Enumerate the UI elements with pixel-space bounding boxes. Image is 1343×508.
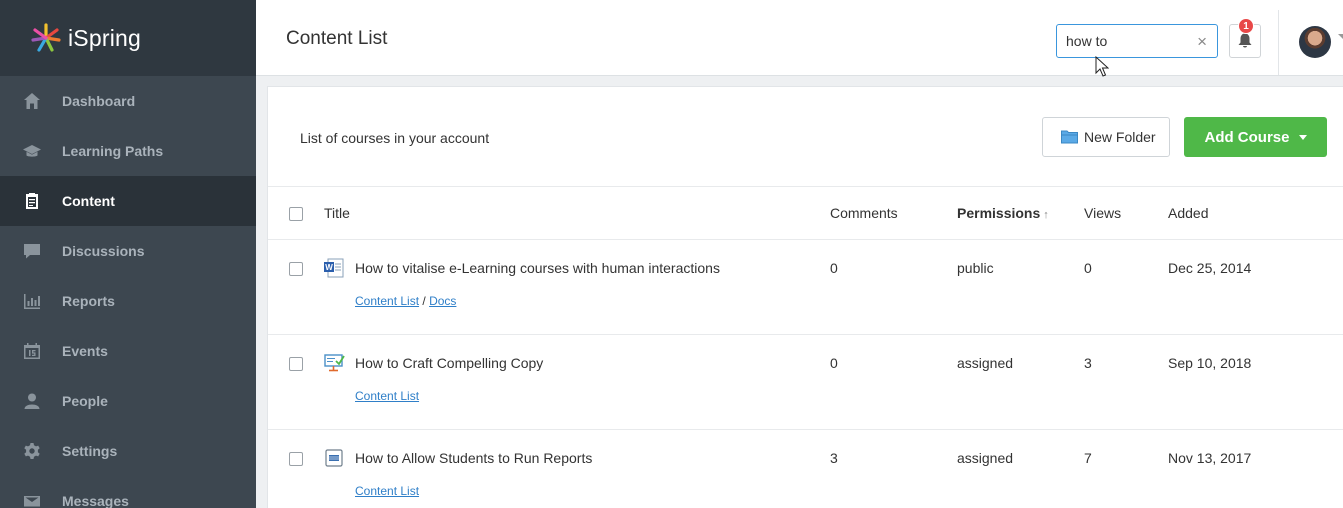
person-icon [22, 391, 42, 411]
calendar-icon [22, 341, 42, 361]
sidebar-item-messages[interactable]: Messages [0, 476, 256, 508]
breadcrumb-link[interactable]: Content List [355, 389, 419, 403]
add-course-label: Add Course [1204, 128, 1290, 146]
row-permissions: assigned [957, 450, 1014, 466]
column-header-added[interactable]: Added [1168, 205, 1208, 221]
home-icon [22, 91, 42, 111]
row-comments: 0 [830, 355, 838, 371]
row-checkbox[interactable] [289, 357, 303, 371]
folder-icon [1061, 130, 1084, 144]
logo-bar[interactable]: iSpring [0, 0, 256, 76]
clipboard-icon [22, 191, 42, 211]
sidebar-item-reports[interactable]: Reports [0, 276, 256, 326]
bell-icon [1238, 33, 1252, 49]
content-panel: List of courses in your account New Fold… [267, 86, 1343, 508]
sidebar-item-label: Reports [62, 293, 115, 309]
panel-toolbar: List of courses in your account New Fold… [268, 87, 1343, 187]
gear-icon [22, 441, 42, 461]
sidebar-item-content[interactable]: Content [0, 176, 256, 226]
breadcrumb-link[interactable]: Content List [355, 294, 419, 308]
row-comments: 3 [830, 450, 838, 466]
sidebar-item-label: Events [62, 343, 108, 359]
panel-description: List of courses in your account [300, 130, 490, 146]
envelope-icon [22, 491, 42, 508]
table-row[interactable]: How to Allow Students to Run Reports Con… [268, 430, 1343, 508]
row-permissions: assigned [957, 355, 1014, 371]
sidebar-item-label: Messages [62, 493, 129, 508]
svg-text:W: W [325, 263, 333, 272]
row-title-link[interactable]: How to Craft Compelling Copy [355, 355, 543, 371]
graduation-cap-icon [22, 141, 42, 161]
sort-arrow-icon: ↑ [1043, 209, 1049, 221]
page-title: Content List [286, 28, 388, 49]
table-row[interactable]: How to Craft Compelling Copy Content Lis… [268, 335, 1343, 430]
mouse-cursor-icon [1095, 56, 1109, 77]
video-file-icon [323, 447, 345, 469]
column-header-comments[interactable]: Comments [830, 205, 898, 221]
sidebar-item-learning-paths[interactable]: Learning Paths [0, 126, 256, 176]
sidebar-item-dashboard[interactable]: Dashboard [0, 76, 256, 126]
sidebar: iSpring Dashboard Learning Paths Content… [0, 0, 256, 508]
search-box[interactable]: × [1056, 24, 1218, 58]
select-all-checkbox[interactable] [289, 207, 303, 221]
row-views: 0 [1084, 260, 1092, 276]
breadcrumb-link[interactable]: Docs [429, 294, 456, 308]
breadcrumb: Content List / Docs [355, 294, 456, 308]
table-row[interactable]: W How to vitalise e-Learning courses wit… [268, 240, 1343, 335]
row-views: 7 [1084, 450, 1092, 466]
column-header-permissions[interactable]: Permissions ↑ [957, 205, 1049, 221]
row-title-link[interactable]: How to Allow Students to Run Reports [355, 450, 592, 466]
sidebar-item-label: People [62, 393, 108, 409]
brand-name: iSpring [68, 24, 141, 51]
close-icon[interactable]: × [1197, 32, 1207, 52]
sidebar-item-label: Learning Paths [62, 143, 164, 159]
sidebar-item-label: Discussions [62, 243, 145, 259]
sidebar-item-label: Dashboard [62, 93, 136, 109]
column-header-permissions-label: Permissions [957, 205, 1041, 221]
new-folder-label: New Folder [1084, 129, 1156, 145]
column-header-title[interactable]: Title [324, 205, 350, 221]
row-checkbox[interactable] [289, 262, 303, 276]
sidebar-item-label: Settings [62, 443, 118, 459]
ispring-logo-icon [30, 22, 62, 54]
presentation-quiz-icon [323, 352, 345, 374]
new-folder-button[interactable]: New Folder [1042, 117, 1170, 157]
bar-chart-icon [22, 291, 42, 311]
chat-bubble-icon [22, 241, 42, 261]
row-checkbox[interactable] [289, 452, 303, 466]
row-added: Sep 10, 2018 [1168, 355, 1252, 371]
table-header: Title Comments Permissions ↑ Views Added [268, 187, 1343, 240]
breadcrumb-link[interactable]: Content List [355, 484, 419, 498]
row-added: Nov 13, 2017 [1168, 450, 1252, 466]
chevron-down-icon[interactable] [1338, 34, 1343, 44]
add-course-button[interactable]: Add Course [1184, 117, 1327, 157]
sidebar-item-discussions[interactable]: Discussions [0, 226, 256, 276]
caret-down-icon [1298, 134, 1307, 140]
sidebar-item-people[interactable]: People [0, 376, 256, 426]
row-permissions: public [957, 260, 994, 276]
breadcrumb-separator: / [422, 294, 426, 308]
notification-badge: 1 [1238, 18, 1254, 34]
sidebar-item-settings[interactable]: Settings [0, 426, 256, 476]
breadcrumb: Content List [355, 389, 419, 403]
row-views: 3 [1084, 355, 1092, 371]
top-header: Content List × 1 [256, 0, 1343, 76]
sidebar-item-events[interactable]: Events [0, 326, 256, 376]
column-header-views[interactable]: Views [1084, 205, 1121, 221]
breadcrumb: Content List [355, 484, 419, 498]
row-title-link[interactable]: How to vitalise e-Learning courses with … [355, 260, 720, 276]
row-added: Dec 25, 2014 [1168, 260, 1252, 276]
search-input[interactable] [1066, 33, 1186, 49]
sidebar-nav: Dashboard Learning Paths Content Discuss… [0, 76, 256, 508]
word-document-icon: W [323, 257, 345, 279]
avatar[interactable] [1299, 26, 1331, 58]
row-comments: 0 [830, 260, 838, 276]
header-divider [1278, 10, 1279, 75]
sidebar-item-label: Content [62, 193, 115, 209]
